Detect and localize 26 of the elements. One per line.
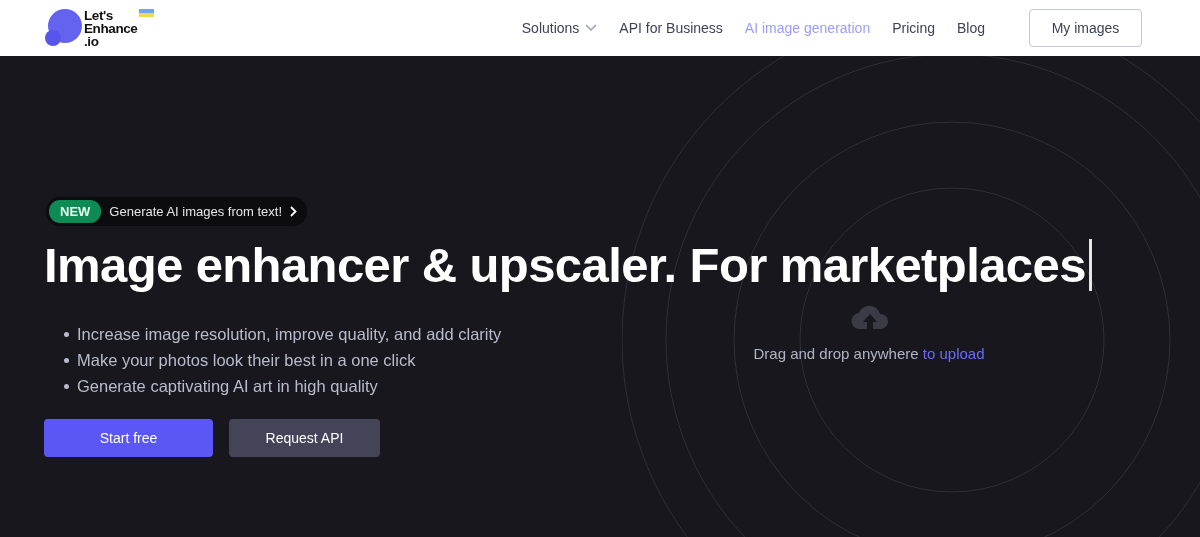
text-cursor xyxy=(1088,239,1092,291)
logo-icon xyxy=(44,8,82,47)
upload-link[interactable]: to upload xyxy=(922,345,985,362)
chevron-right-icon xyxy=(290,206,298,217)
bullet-dot xyxy=(64,383,69,389)
announcement-link[interactable]: NEW Generate AI images from text! xyxy=(46,197,308,226)
nav-link[interactable]: Blog xyxy=(956,20,985,36)
start-button[interactable]: Start free xyxy=(44,419,213,457)
chevron-down-icon xyxy=(585,24,598,32)
feature-text: Make your photos look their best in a one click xyxy=(77,350,416,371)
nav-link[interactable]: API for Business xyxy=(619,20,723,36)
flag-icon xyxy=(139,8,155,17)
my-images-button[interactable]: My images xyxy=(1029,9,1142,47)
logo-wordmark: Let's Enhance .io xyxy=(84,8,138,48)
bullet-dot xyxy=(64,357,69,363)
request-api-button[interactable]: Request API xyxy=(229,419,380,457)
nav-link[interactable]: Solutions xyxy=(521,20,598,36)
cloud-upload-icon xyxy=(850,305,888,329)
new-badge: NEW xyxy=(49,200,102,223)
announcement-text: Generate AI images from text! xyxy=(109,204,283,219)
headline: Image enhancer & upscaler. For marketplaces xyxy=(44,237,1086,293)
nav-link[interactable]: Pricing xyxy=(892,20,935,36)
feature-text: Increase image resolution, improve quality, and add clarity xyxy=(77,324,502,345)
feature-text: Generate captivating AI art in high quality xyxy=(77,376,378,397)
upload-hint: Drag and drop anywhere to upload xyxy=(753,345,985,362)
bullet-dot xyxy=(64,331,69,337)
